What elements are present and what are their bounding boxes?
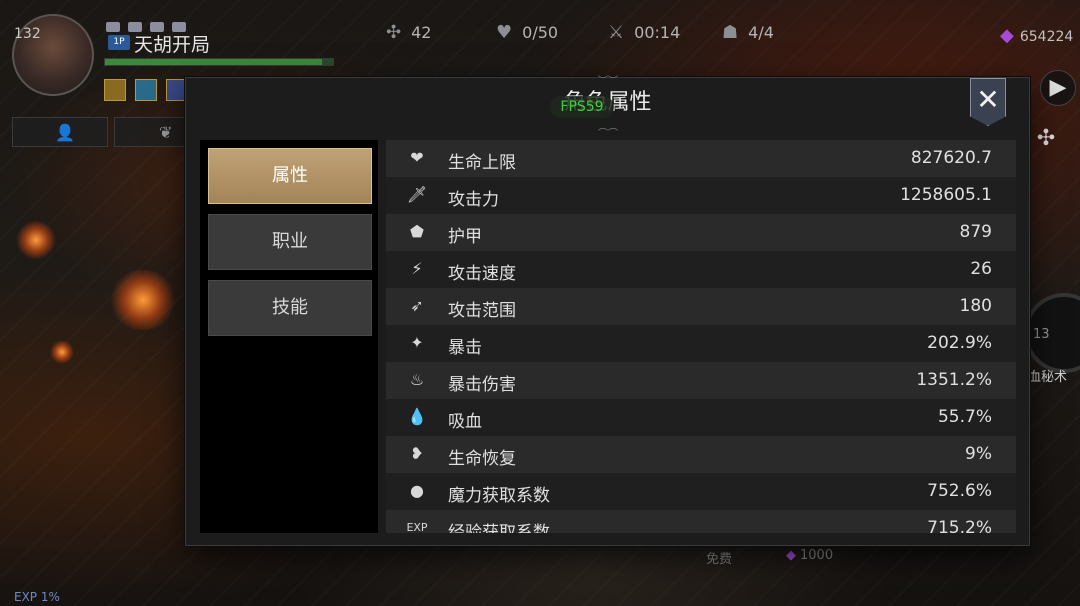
attribute-value: 55.7%	[937, 407, 992, 427]
buff-icon[interactable]	[135, 79, 158, 101]
gem-counter: ◆ 654224	[1000, 25, 1074, 46]
attribute-value: 715.2%	[927, 518, 992, 533]
attribute-name: 暴击伤害	[448, 375, 516, 395]
attribute-name: 魔力获取系数	[448, 486, 550, 506]
attribute-value: 180	[959, 296, 992, 316]
wing-icon: ⚡	[411, 259, 423, 278]
stat-chip-wave: ☗ 4/4	[722, 22, 774, 43]
heart-icon: ❤	[410, 148, 424, 167]
attribute-row: ♨ 暴击伤害 1351.2%	[386, 362, 1016, 399]
blood-drop-icon: 💧	[407, 407, 427, 426]
title-ornament: ︶︶	[598, 76, 618, 87]
fps-counter: FPS59	[550, 96, 614, 118]
attribute-name: 攻击范围	[448, 301, 516, 321]
mana-orb-icon: ●	[410, 481, 424, 500]
attribute-row: ● 魔力获取系数 752.6%	[386, 473, 1016, 510]
ember-effect	[50, 340, 74, 364]
attribute-value: 26	[970, 259, 992, 279]
leaf-slot[interactable]: ❦	[114, 117, 194, 147]
attribute-value: 202.9%	[927, 333, 992, 353]
hp-bar	[104, 58, 334, 66]
settings-icon[interactable]: ✣	[1028, 122, 1064, 158]
attribute-row: ⚡ 攻击速度 26	[386, 251, 1016, 288]
attribute-row: ✦ 暴击 202.9%	[386, 325, 1016, 362]
attribute-list[interactable]: ❤ 生命上限 827620.7 🗡 攻击力 1258605.1 ⬟ 护甲 879 ⚡ 攻击速度 26 ➶…	[386, 140, 1016, 533]
exp-indicator: EXP 1%	[14, 590, 60, 604]
critical-icon: ✦	[410, 333, 424, 352]
attribute-name: 暴击	[448, 338, 482, 358]
heart-icon: ♥	[496, 22, 513, 43]
tab-attributes[interactable]: 属性	[208, 148, 372, 204]
exp-icon: EXP	[406, 521, 428, 533]
tab-profession[interactable]: 职业	[208, 214, 372, 270]
attribute-name: 生命上限	[448, 153, 516, 173]
stat-chip-lives: ♥ 0/50	[496, 22, 559, 43]
wrench-icon: ✣	[386, 22, 402, 43]
attribute-value: 879	[959, 222, 992, 242]
stat-chip-timer: ⚔ 00:14	[608, 22, 681, 43]
attribute-name: 吸血	[448, 412, 482, 432]
buff-icon[interactable]	[104, 79, 126, 101]
hud-slots: 👤 ❦	[12, 117, 194, 147]
leaf-icon: ❦	[159, 123, 173, 142]
ember-effect	[108, 270, 178, 330]
free-label: 免费	[706, 552, 733, 567]
cost-label: ◆ 1000	[786, 548, 834, 563]
range-icon: ➶	[410, 296, 424, 315]
attribute-row: 💧 吸血 55.7%	[386, 399, 1016, 436]
ember-effect	[16, 220, 56, 260]
attribute-name: 经验获取系数	[448, 523, 550, 533]
attribute-value: 1258605.1	[900, 185, 992, 205]
attribute-row: ❥ 生命恢复 9%	[386, 436, 1016, 473]
party-flags	[106, 17, 196, 32]
play-button[interactable]: ▶	[1040, 70, 1076, 106]
attribute-value: 752.6%	[927, 481, 992, 501]
skill-cooldown: 13	[1033, 327, 1050, 342]
character-attributes-dialog: ︶︶ 角色属性 ︵︵ FPS59 ✕ 属性 职业 技能 ❤生命上限827620.…	[185, 76, 1030, 546]
crossed-swords-icon: ⚔	[608, 22, 625, 43]
gem-icon: ◆	[1000, 25, 1014, 46]
tab-skills[interactable]: 技能	[208, 280, 372, 336]
attribute-value: 1351.2%	[916, 370, 992, 390]
stat-chip-kills: ✣ 42	[386, 22, 432, 43]
attribute-row: 🗡 攻击力 1258605.1	[386, 177, 1016, 214]
tab-list: 属性 职业 技能	[200, 140, 378, 533]
player-badge: 1P	[108, 35, 130, 50]
person-icon: 👤	[55, 123, 75, 142]
skill-name: 血秘术	[1028, 370, 1068, 385]
close-button[interactable]: ✕	[970, 78, 1006, 126]
flame-icon: ♨	[409, 370, 425, 389]
attribute-row: ❤ 生命上限 827620.7	[386, 140, 1016, 177]
buff-icons	[104, 79, 192, 105]
attribute-name: 护甲	[448, 227, 482, 247]
attribute-row: ⬟ 护甲 879	[386, 214, 1016, 251]
attribute-name: 攻击速度	[448, 264, 516, 284]
attribute-row: EXP 经验获取系数 715.2%	[386, 510, 1016, 533]
gem-icon: ◆	[786, 548, 796, 563]
shield-icon: ⬟	[410, 222, 424, 241]
character-slot[interactable]: 👤	[12, 117, 108, 147]
hero-level: 132	[14, 26, 41, 42]
mask-icon: ☗	[722, 22, 739, 43]
hero-name: 天胡开局	[134, 34, 211, 56]
attribute-value: 9%	[965, 444, 992, 464]
close-icon: ✕	[976, 83, 1000, 116]
attribute-name: 攻击力	[448, 190, 499, 210]
title-ornament: ︵︵	[598, 122, 618, 133]
sword-icon: 🗡	[406, 185, 428, 204]
attribute-value: 827620.7	[910, 148, 992, 168]
attribute-row: ➶ 攻击范围 180	[386, 288, 1016, 325]
attribute-name: 生命恢复	[448, 449, 516, 469]
heal-heart-icon: ❥	[410, 444, 424, 463]
